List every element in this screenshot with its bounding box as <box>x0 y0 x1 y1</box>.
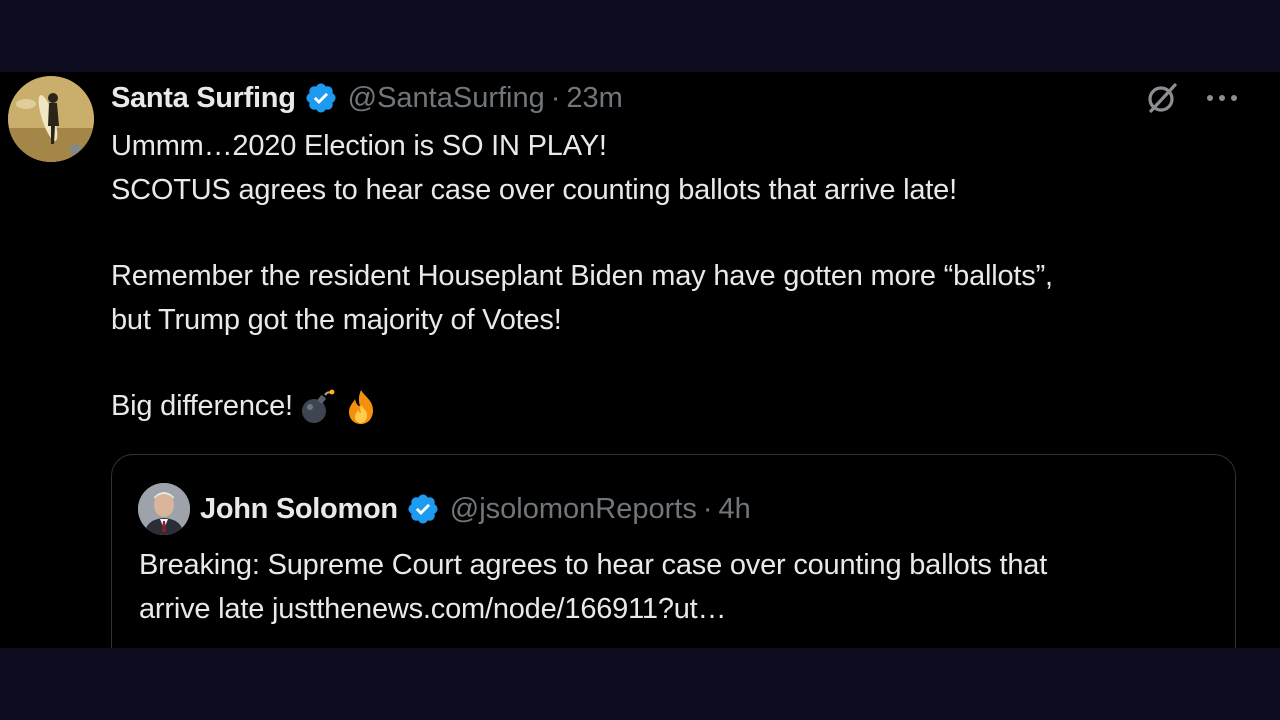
quoted-tweet-body: Breaking: Supreme Court agrees to hear c… <box>139 543 1219 631</box>
tweet-actions-top <box>1144 80 1240 116</box>
quoted-author-handle[interactable]: @jsolomonReports <box>450 493 697 526</box>
quoted-tweet-header: John Solomon @jsolomonReports · 4h <box>200 489 751 529</box>
quoted-tweet-line: Breaking: Supreme Court agrees to hear c… <box>139 549 1048 581</box>
quoted-tweet-card[interactable]: John Solomon @jsolomonReports · 4h Break… <box>111 454 1236 648</box>
author-name[interactable]: Santa Surfing <box>111 82 296 115</box>
author-avatar[interactable] <box>8 76 94 162</box>
tweet-line: Remember the resident Houseplant Biden m… <box>111 260 1053 292</box>
tweet-line: SCOTUS agrees to hear case over counting… <box>111 174 957 206</box>
quoted-author-name[interactable]: John Solomon <box>200 493 398 526</box>
grok-icon[interactable] <box>1144 80 1180 116</box>
bomb-emoji-icon <box>297 387 337 427</box>
tweet-header: Santa Surfing @SantaSurfing · 23m <box>111 78 623 118</box>
quoted-author-avatar[interactable] <box>138 483 190 535</box>
fire-emoji-icon <box>341 387 381 427</box>
tweet-timestamp[interactable]: 23m <box>566 82 622 115</box>
quoted-tweet-line: arrive late justthenews.com/node/166911?… <box>139 593 727 625</box>
tweet-line-with-emoji: Big difference! <box>111 384 1251 428</box>
verified-badge-icon <box>304 81 338 115</box>
john-solomon-avatar-icon <box>138 483 190 535</box>
tweet-body: Ummm…2020 Election is SO IN PLAY! SCOTUS… <box>111 124 1251 428</box>
more-options-icon[interactable] <box>1204 80 1240 116</box>
tweet-line: but Trump got the majority of Votes! <box>111 304 562 336</box>
tweet-line: Ummm…2020 Election is SO IN PLAY! <box>111 130 607 162</box>
tweet-line: Big difference! <box>111 390 293 422</box>
separator-dot: · <box>550 81 561 114</box>
author-handle[interactable]: @SantaSurfing <box>348 82 545 115</box>
separator-dot: · <box>702 492 713 525</box>
quoted-tweet-timestamp[interactable]: 4h <box>719 493 751 526</box>
surfer-avatar-icon <box>8 76 94 162</box>
tweet-frame: Santa Surfing @SantaSurfing · 23m Ummm…2… <box>0 72 1280 648</box>
verified-badge-icon <box>406 492 440 526</box>
